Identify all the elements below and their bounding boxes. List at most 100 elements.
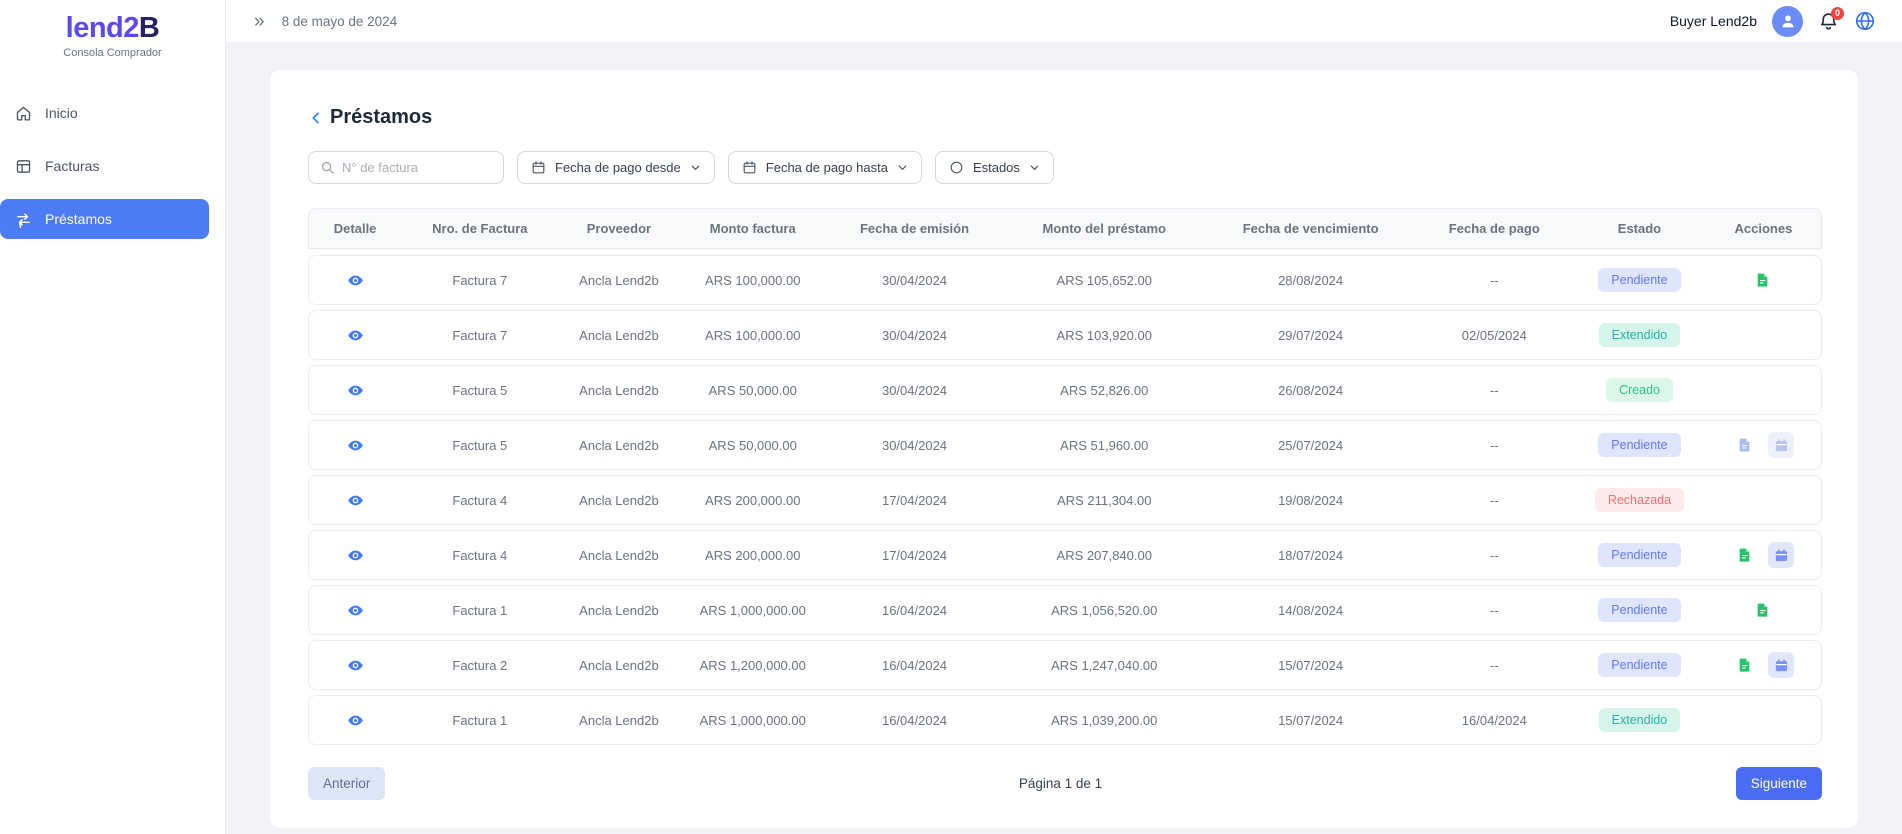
column-header: Proveedor — [558, 221, 679, 236]
column-header: Estado — [1573, 221, 1706, 236]
cell-fecha_emision: 17/04/2024 — [826, 493, 1003, 508]
cell-proveedor: Ancla Lend2b — [558, 548, 679, 563]
cell-fecha_emision: 16/04/2024 — [826, 713, 1003, 728]
previous-page-button[interactable]: Anterior — [308, 767, 385, 800]
table-row: Factura 5Ancla Lend2bARS 50,000.0030/04/… — [308, 365, 1822, 415]
table-row: Factura 5Ancla Lend2bARS 50,000.0030/04/… — [308, 420, 1822, 470]
language-globe-icon[interactable] — [1854, 10, 1876, 32]
actions-cell — [1706, 432, 1821, 458]
back-chevron-icon[interactable] — [308, 110, 324, 126]
cell-fecha_vencimiento: 29/07/2024 — [1206, 328, 1416, 343]
brand-subtitle: Consola Comprador — [0, 47, 225, 59]
home-icon — [15, 105, 32, 122]
calendar-icon — [742, 160, 757, 175]
cell-fecha_vencimiento: 15/07/2024 — [1206, 713, 1416, 728]
cell-fecha_vencimiento: 28/08/2024 — [1206, 273, 1416, 288]
table-row: Factura 2Ancla Lend2bARS 1,200,000.0016/… — [308, 640, 1822, 690]
cell-monto_prestamo: ARS 103,920.00 — [1003, 328, 1206, 343]
cell-fecha_emision: 30/04/2024 — [826, 328, 1003, 343]
sidebar-toggle-icon[interactable]: » — [254, 12, 265, 31]
cell-monto_prestamo: ARS 211,304.00 — [1003, 493, 1206, 508]
calendar-action-button[interactable] — [1768, 432, 1794, 458]
chevron-down-icon — [690, 162, 701, 173]
date-from-filter-button[interactable]: Fecha de pago desde — [517, 151, 715, 184]
cell-monto_factura: ARS 1,000,000.00 — [679, 713, 826, 728]
pagination: Anterior Página 1 de 1 Siguiente — [308, 767, 1822, 800]
cell-monto_factura: ARS 200,000.00 — [679, 548, 826, 563]
calendar-action-button[interactable] — [1768, 652, 1794, 678]
sidebar-item-facturas[interactable]: Facturas — [0, 146, 209, 186]
sidebar-nav: Inicio Facturas Préstamos — [0, 93, 225, 239]
cell-proveedor: Ancla Lend2b — [558, 658, 679, 673]
sidebar-item-inicio[interactable]: Inicio — [0, 93, 209, 133]
column-header: Fecha de vencimiento — [1206, 221, 1416, 236]
cell-monto_factura: ARS 1,200,000.00 — [679, 658, 826, 673]
invoice-file-button[interactable] — [1732, 542, 1758, 568]
view-detail-button[interactable] — [344, 269, 367, 292]
filters-bar: Fecha de pago desde Fecha de pago hasta — [308, 151, 1822, 184]
cell-monto_prestamo: ARS 105,652.00 — [1003, 273, 1206, 288]
states-filter-label: Estados — [973, 160, 1020, 175]
cell-factura: Factura 4 — [401, 493, 558, 508]
brand-logo: lend2B — [0, 12, 225, 45]
cell-fecha_pago: -- — [1416, 273, 1573, 288]
topbar-right: Buyer Lend2b 0 — [1670, 6, 1876, 37]
sidebar-item-label: Inicio — [45, 105, 78, 121]
cell-fecha_emision: 16/04/2024 — [826, 658, 1003, 673]
date-to-filter-button[interactable]: Fecha de pago hasta — [728, 151, 922, 184]
status-badge: Pendiente — [1598, 268, 1680, 292]
calendar-action-button[interactable] — [1768, 542, 1794, 568]
cell-fecha_emision: 16/04/2024 — [826, 603, 1003, 618]
invoice-file-button[interactable] — [1750, 267, 1776, 293]
loans-icon — [15, 211, 32, 228]
cell-fecha_pago: -- — [1416, 383, 1573, 398]
cell-factura: Factura 1 — [401, 603, 558, 618]
cell-fecha_pago: -- — [1416, 658, 1573, 673]
cell-monto_factura: ARS 50,000.00 — [679, 438, 826, 453]
header-username: Buyer Lend2b — [1670, 13, 1757, 29]
cell-monto_prestamo: ARS 1,039,200.00 — [1003, 713, 1206, 728]
cell-fecha_vencimiento: 19/08/2024 — [1206, 493, 1416, 508]
cell-factura: Factura 5 — [401, 438, 558, 453]
user-avatar[interactable] — [1772, 6, 1803, 37]
cell-proveedor: Ancla Lend2b — [558, 713, 679, 728]
invoice-file-button[interactable] — [1750, 597, 1776, 623]
states-filter-button[interactable]: Estados — [935, 151, 1054, 184]
loans-card: Préstamos Fecha de pago desde — [270, 70, 1858, 828]
sidebar-item-prestamos[interactable]: Préstamos — [0, 199, 209, 239]
cell-proveedor: Ancla Lend2b — [558, 273, 679, 288]
cell-monto_factura: ARS 200,000.00 — [679, 493, 826, 508]
cell-fecha_vencimiento: 25/07/2024 — [1206, 438, 1416, 453]
column-header: Fecha de pago — [1416, 221, 1573, 236]
invoice-search — [308, 151, 504, 184]
cell-monto_prestamo: ARS 1,247,040.00 — [1003, 658, 1206, 673]
cell-monto_prestamo: ARS 207,840.00 — [1003, 548, 1206, 563]
chevron-down-icon — [897, 162, 908, 173]
column-header: Nro. de Factura — [401, 221, 558, 236]
cell-fecha_pago: -- — [1416, 548, 1573, 563]
date-to-filter-label: Fecha de pago hasta — [766, 160, 888, 175]
view-detail-button[interactable] — [344, 709, 367, 732]
invoice-search-input[interactable] — [342, 160, 492, 175]
view-detail-button[interactable] — [344, 544, 367, 567]
cell-proveedor: Ancla Lend2b — [558, 438, 679, 453]
cell-fecha_vencimiento: 14/08/2024 — [1206, 603, 1416, 618]
cell-fecha_pago: 02/05/2024 — [1416, 328, 1573, 343]
next-page-button[interactable]: Siguiente — [1736, 767, 1822, 800]
view-detail-button[interactable] — [344, 379, 367, 402]
cell-fecha_emision: 30/04/2024 — [826, 438, 1003, 453]
view-detail-button[interactable] — [344, 324, 367, 347]
status-badge: Pendiente — [1598, 433, 1680, 457]
invoice-file-button[interactable] — [1732, 432, 1758, 458]
header-date: 8 de mayo de 2024 — [282, 14, 398, 29]
status-badge: Extendido — [1599, 708, 1681, 732]
topbar-left: » 8 de mayo de 2024 — [254, 12, 397, 31]
invoice-file-button[interactable] — [1732, 652, 1758, 678]
view-detail-button[interactable] — [344, 434, 367, 457]
view-detail-button[interactable] — [344, 599, 367, 622]
brand[interactable]: lend2B Consola Comprador — [0, 0, 225, 59]
cell-monto_factura: ARS 50,000.00 — [679, 383, 826, 398]
view-detail-button[interactable] — [344, 654, 367, 677]
notifications-button[interactable]: 0 — [1818, 11, 1839, 32]
view-detail-button[interactable] — [344, 489, 367, 512]
